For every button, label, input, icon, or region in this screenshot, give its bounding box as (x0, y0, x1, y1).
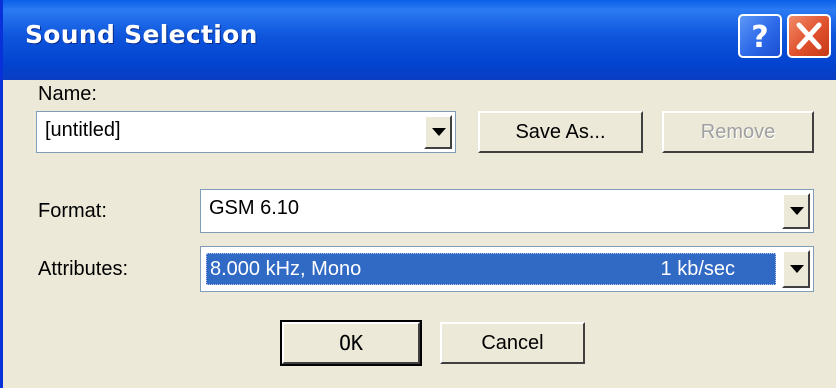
ok-button[interactable]: OK (280, 320, 422, 366)
attributes-label: Attributes: (38, 258, 129, 280)
attributes-selection: 8.000 kHz, Mono 1 kb/sec (206, 253, 776, 285)
attributes-format-value: 8.000 kHz, Mono (210, 258, 362, 280)
title-bar[interactable]: Sound Selection ? (3, 0, 836, 80)
attributes-rate-value: 1 kb/sec (660, 258, 735, 280)
format-combobox[interactable]: GSM 6.10 (200, 189, 814, 233)
chevron-down-icon (790, 207, 804, 215)
chevron-down-icon (432, 128, 446, 136)
question-mark-icon: ? (751, 20, 768, 55)
ok-label: OK (338, 331, 364, 355)
sound-selection-dialog: Sound Selection ? Name: [untitled] Save … (0, 0, 836, 388)
attributes-combobox[interactable]: 8.000 kHz, Mono 1 kb/sec (200, 246, 814, 292)
remove-label: Remove (700, 121, 776, 143)
help-button[interactable]: ? (738, 14, 782, 58)
name-dropdown-button[interactable] (424, 115, 452, 149)
format-label: Format: (38, 200, 107, 222)
close-x-icon (796, 22, 822, 50)
name-combobox[interactable]: [untitled] (36, 111, 456, 153)
window-title: Sound Selection (25, 20, 258, 49)
cancel-button[interactable]: Cancel (440, 322, 585, 364)
close-button[interactable] (787, 14, 831, 58)
name-label: Name: (38, 83, 97, 105)
name-value: [untitled] (45, 119, 121, 141)
save-as-label: Save As... (515, 121, 606, 143)
cancel-label: Cancel (481, 332, 544, 354)
format-value: GSM 6.10 (209, 197, 300, 219)
remove-button[interactable]: Remove (662, 111, 814, 153)
attributes-dropdown-button[interactable] (782, 250, 810, 288)
chevron-down-icon (790, 265, 804, 273)
format-dropdown-button[interactable] (782, 193, 810, 229)
save-as-button[interactable]: Save As... (478, 111, 643, 153)
svg-text:?: ? (751, 20, 768, 55)
